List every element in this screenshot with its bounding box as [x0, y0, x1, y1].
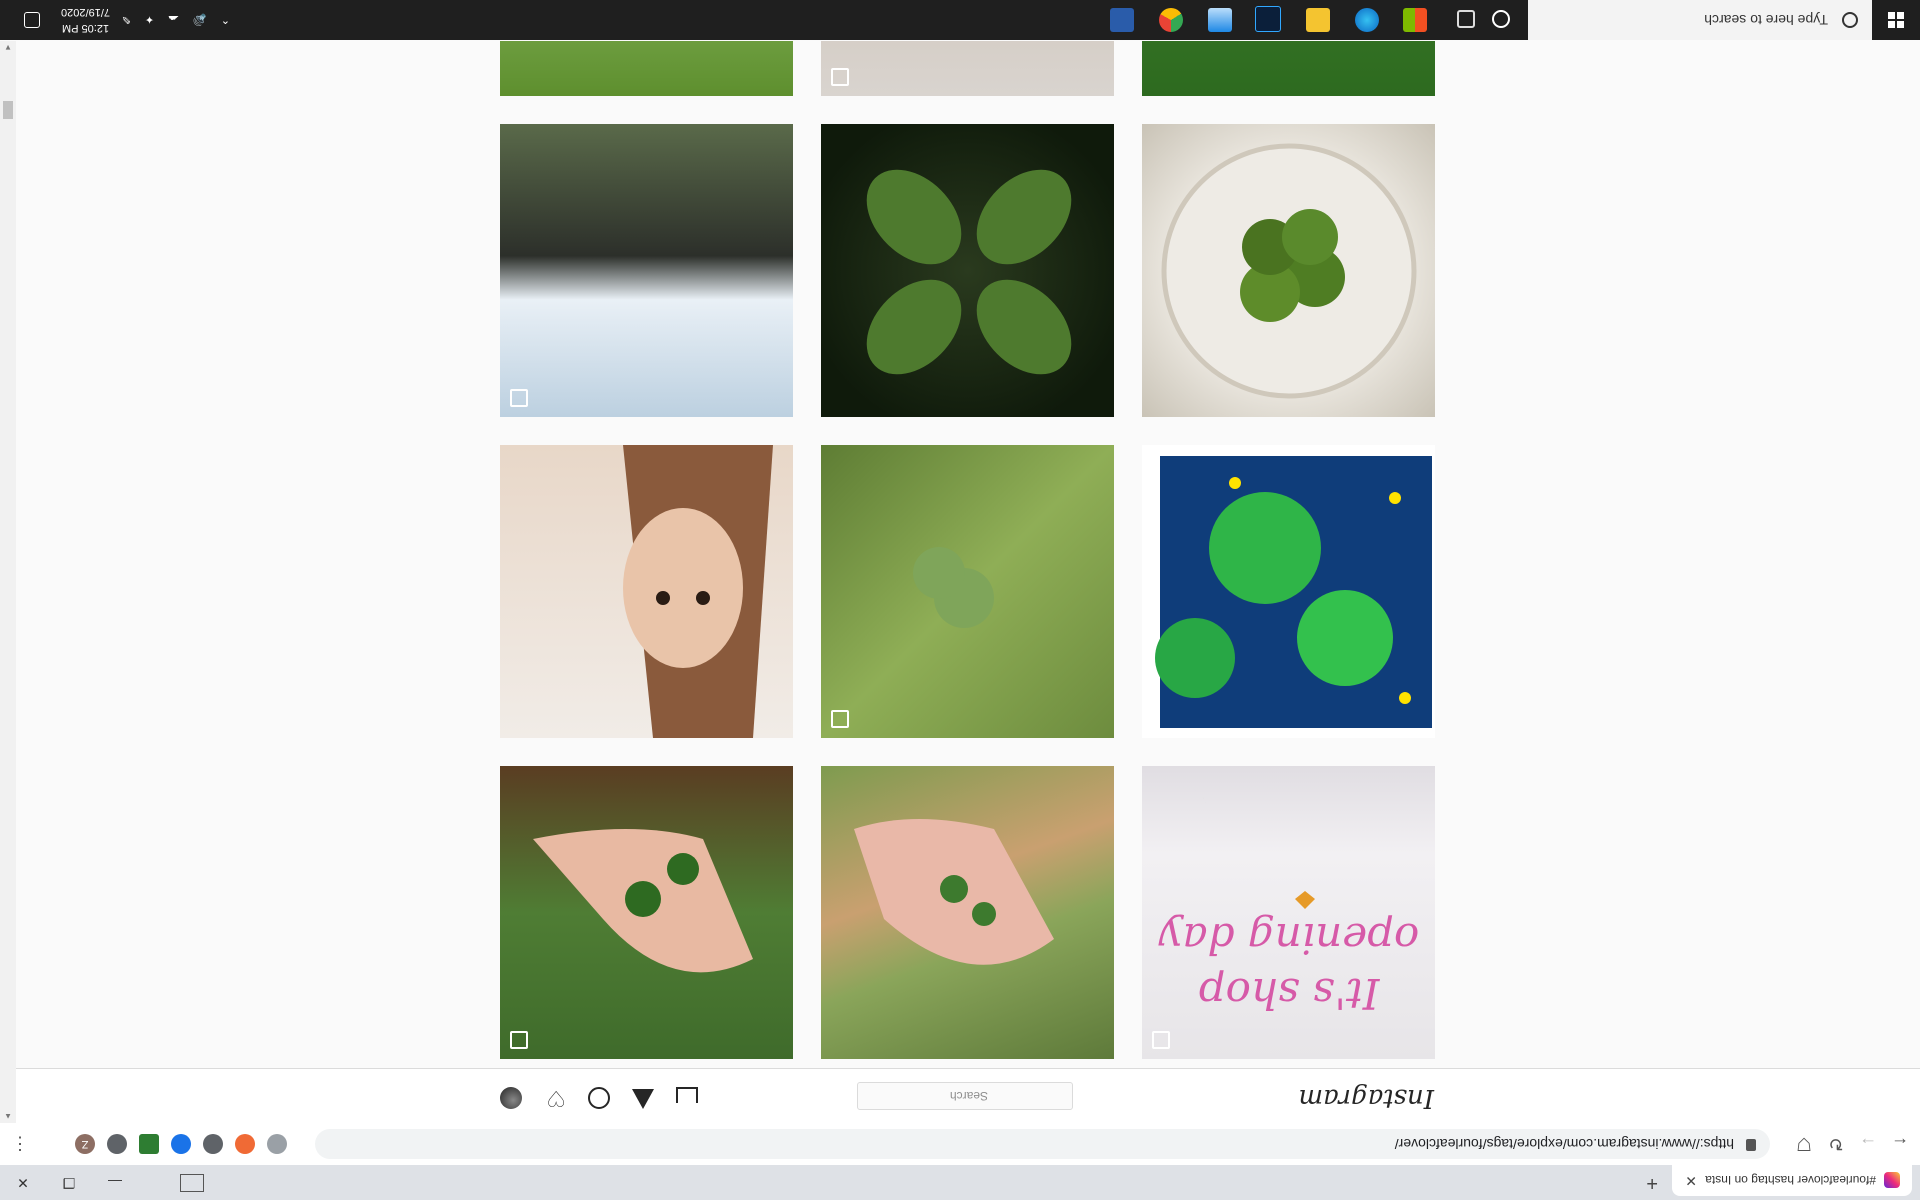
- reload-icon[interactable]: ↻: [1824, 1132, 1848, 1156]
- file-explorer-icon[interactable]: [1306, 8, 1330, 32]
- system-tray: ⌃ 🔊 ☁ ✦ ✎: [122, 0, 230, 40]
- cortana-icon[interactable]: [1492, 10, 1510, 28]
- pen-icon[interactable]: ✎: [122, 14, 131, 27]
- edge-icon[interactable]: [1355, 8, 1379, 32]
- post-image: [1155, 456, 1432, 728]
- store-icon[interactable]: [1403, 8, 1427, 32]
- volume-icon[interactable]: 🔊: [193, 14, 207, 27]
- bookmark-icon[interactable]: ⛉: [1792, 1132, 1816, 1156]
- puzzle-extensions-icon[interactable]: [107, 1134, 127, 1154]
- task-view-icon[interactable]: [1457, 10, 1475, 28]
- extension-icon[interactable]: [203, 1134, 223, 1154]
- post-image: [1161, 143, 1417, 399]
- windows-logo-icon: [1888, 12, 1904, 28]
- nav-icons: ♡: [500, 1086, 698, 1111]
- post-tile[interactable]: It's shop opening day: [1142, 766, 1435, 1059]
- profile-avatar[interactable]: Z: [75, 1134, 95, 1154]
- screen: #fourleafclover hashtag on Insta ✕ + — ❐…: [0, 0, 1920, 1200]
- post-image: [866, 169, 1072, 375]
- direct-icon[interactable]: [632, 1089, 654, 1109]
- chevron-up-icon[interactable]: ⌃: [221, 14, 230, 27]
- multiple-photos-icon: [831, 68, 849, 86]
- profile-avatar[interactable]: [500, 1087, 522, 1109]
- restore-icon[interactable]: ❐: [46, 1165, 92, 1200]
- taskbar-search[interactable]: Type here to search: [1528, 0, 1872, 40]
- multiple-photos-icon: [510, 389, 528, 407]
- onedrive-icon[interactable]: ☁: [168, 14, 179, 27]
- start-button[interactable]: [1872, 0, 1920, 40]
- post-image: [913, 547, 994, 628]
- explore-icon[interactable]: [588, 1087, 610, 1109]
- extension-icon[interactable]: [267, 1134, 287, 1154]
- scroll-down-icon[interactable]: ▼: [4, 43, 12, 52]
- url-text[interactable]: https://www.instagram.com/explore/tags/f…: [1395, 1136, 1734, 1152]
- tab-search-icon[interactable]: [180, 1174, 204, 1192]
- post-image: It's shop opening day: [1158, 785, 1420, 1018]
- extension-icon[interactable]: [235, 1134, 255, 1154]
- post-tile[interactable]: [821, 766, 1114, 1059]
- lock-icon: [1746, 1139, 1756, 1151]
- post-tile[interactable]: [500, 124, 793, 417]
- explore-feed: It's shop opening day: [16, 41, 1920, 1069]
- page-scrollbar[interactable]: ▲ ▼: [0, 41, 16, 1123]
- photos-icon[interactable]: [1208, 8, 1232, 32]
- system-clock[interactable]: 12:05 PM 7/19/2020: [61, 4, 110, 36]
- instagram-favicon-icon: [1884, 1172, 1900, 1189]
- instagram-header: Instagram Search ♡: [16, 1068, 1920, 1123]
- tab-close-icon[interactable]: ✕: [1685, 1172, 1697, 1189]
- back-icon[interactable]: ←: [1888, 1132, 1912, 1156]
- post-text: opening day: [1158, 914, 1420, 963]
- photoshop-icon[interactable]: [1255, 6, 1281, 32]
- search-placeholder: Search: [949, 1089, 988, 1103]
- post-tile[interactable]: [500, 445, 793, 738]
- post-tile[interactable]: [821, 124, 1114, 417]
- post-image: [854, 819, 1054, 965]
- browser-toolbar: ← → ↻ ⛉ https://www.instagram.com/explor…: [0, 1122, 1920, 1165]
- post-tile[interactable]: [821, 445, 1114, 738]
- minimize-icon[interactable]: —: [92, 1165, 138, 1200]
- multiple-photos-icon: [831, 710, 849, 728]
- settings-app-icon[interactable]: [1110, 8, 1134, 32]
- search-icon: [1842, 12, 1858, 28]
- scroll-up-icon[interactable]: ▲: [4, 1112, 12, 1121]
- extension-icon[interactable]: [171, 1134, 191, 1154]
- windows-taskbar: Type here to search ⌃ 🔊 ☁ ✦ ✎ 12:05 PM 7…: [0, 0, 1920, 40]
- post-tile[interactable]: [821, 41, 1114, 96]
- post-tile[interactable]: [1142, 124, 1435, 417]
- post-text: It's shop: [1199, 969, 1381, 1018]
- post-image: [623, 445, 773, 738]
- menu-dots-icon[interactable]: ⋮: [8, 1132, 32, 1156]
- taskbar-search-placeholder: Type here to search: [1704, 12, 1828, 28]
- search-input[interactable]: Search: [857, 1082, 1073, 1110]
- post-tile[interactable]: [500, 766, 793, 1059]
- extension-icon[interactable]: [139, 1134, 159, 1154]
- forward-icon[interactable]: →: [1856, 1132, 1880, 1156]
- chrome-icon[interactable]: [1159, 8, 1183, 32]
- home-icon[interactable]: [676, 1087, 698, 1103]
- window-buttons: — ❐ ✕: [0, 1165, 138, 1200]
- scroll-thumb[interactable]: [3, 101, 13, 119]
- instagram-logo[interactable]: Instagram: [1298, 1083, 1434, 1113]
- clock-time: 12:05 PM: [61, 22, 110, 34]
- multiple-photos-icon: [510, 1031, 528, 1049]
- browser-tab[interactable]: #fourleafclover hashtag on Insta ✕: [1672, 1165, 1912, 1196]
- new-tab-button[interactable]: +: [1646, 1171, 1658, 1194]
- post-image: [533, 829, 753, 973]
- post-tile[interactable]: [1142, 445, 1435, 738]
- activity-heart-icon[interactable]: ♡: [544, 1086, 566, 1111]
- post-tile[interactable]: [1142, 41, 1435, 96]
- dropbox-icon[interactable]: ✦: [145, 14, 154, 27]
- address-bar[interactable]: https://www.instagram.com/explore/tags/f…: [315, 1129, 1770, 1159]
- tab-title: #fourleafclover hashtag on Insta: [1705, 1173, 1876, 1188]
- profile-letter: Z: [81, 1138, 89, 1150]
- multiple-photos-icon: [1152, 1031, 1170, 1049]
- post-tile[interactable]: [500, 41, 793, 96]
- clock-date: 7/19/2020: [61, 6, 110, 18]
- close-icon[interactable]: ✕: [0, 1165, 46, 1200]
- notifications-icon[interactable]: [24, 12, 40, 28]
- browser-titlebar: #fourleafclover hashtag on Insta ✕ + — ❐…: [0, 1165, 1920, 1200]
